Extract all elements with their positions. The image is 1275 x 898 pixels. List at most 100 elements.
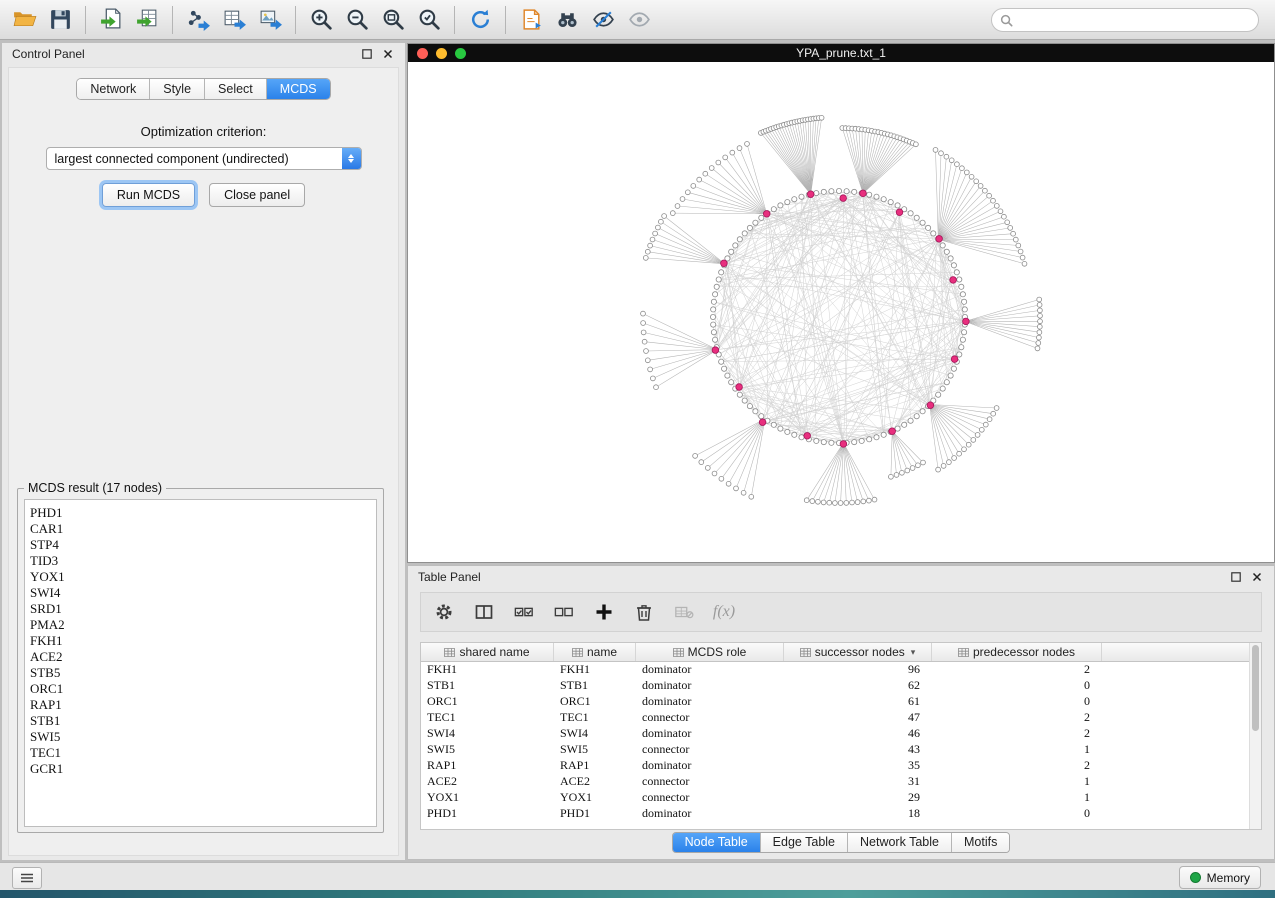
cell-predecessor[interactable]: 2 — [932, 726, 1102, 742]
deselect-all-rows-button[interactable] — [549, 597, 579, 627]
cell-predecessor[interactable]: 0 — [932, 694, 1102, 710]
hide-selected-button[interactable] — [585, 4, 621, 36]
export-table-button[interactable] — [216, 4, 252, 36]
tab-node-table[interactable]: Node Table — [673, 833, 761, 852]
close-table-panel-button[interactable] — [1250, 570, 1264, 584]
mcds-list-item[interactable]: STB1 — [25, 713, 376, 729]
table-row[interactable]: SWI5SWI5connector431 — [421, 742, 1250, 758]
cell-name[interactable]: TEC1 — [554, 710, 636, 726]
status-menu-button[interactable] — [12, 867, 42, 889]
search-input[interactable] — [1018, 12, 1250, 28]
mcds-list-item[interactable]: RAP1 — [25, 697, 376, 713]
cell-name[interactable]: SWI5 — [554, 742, 636, 758]
search-network-button[interactable] — [549, 4, 585, 36]
import-table-button[interactable] — [129, 4, 165, 36]
mcds-list-item[interactable]: GCR1 — [25, 761, 376, 777]
memory-button[interactable]: Memory — [1179, 866, 1261, 889]
table-row[interactable]: RAP1RAP1dominator352 — [421, 758, 1250, 774]
open-file-button[interactable] — [6, 4, 42, 36]
tab-network-table[interactable]: Network Table — [848, 833, 952, 852]
show-all-button[interactable] — [621, 4, 657, 36]
cell-predecessor[interactable]: 0 — [932, 806, 1102, 822]
mcds-list-item[interactable]: PHD1 — [25, 505, 376, 521]
cell-mcds_role[interactable]: dominator — [636, 726, 784, 742]
cell-name[interactable]: ORC1 — [554, 694, 636, 710]
column-header-MCDS-role[interactable]: MCDS role — [636, 643, 784, 661]
run-mcds-button[interactable]: Run MCDS — [102, 183, 195, 207]
export-network-button[interactable] — [180, 4, 216, 36]
cell-mcds_role[interactable]: connector — [636, 710, 784, 726]
close-panel-button[interactable] — [381, 47, 395, 61]
network-search-field[interactable] — [991, 8, 1259, 32]
table-row[interactable]: ORC1ORC1dominator610 — [421, 694, 1250, 710]
close-window-icon[interactable] — [417, 48, 428, 59]
cell-name[interactable]: PHD1 — [554, 806, 636, 822]
cell-mcds_role[interactable]: dominator — [636, 662, 784, 678]
delete-column-button[interactable] — [629, 597, 659, 627]
cell-mcds_role[interactable]: dominator — [636, 758, 784, 774]
column-header-successor-nodes[interactable]: successor nodes▾ — [784, 643, 932, 661]
mcds-list-item[interactable]: ACE2 — [25, 649, 376, 665]
mcds-list-item[interactable]: TEC1 — [25, 745, 376, 761]
zoom-in-button[interactable] — [303, 4, 339, 36]
show-columns-button[interactable] — [469, 597, 499, 627]
export-image-button[interactable] — [252, 4, 288, 36]
save-session-button[interactable] — [42, 4, 78, 36]
import-network-button[interactable] — [93, 4, 129, 36]
cell-predecessor[interactable]: 2 — [932, 662, 1102, 678]
cell-name[interactable]: SWI4 — [554, 726, 636, 742]
mcds-list-item[interactable]: SWI5 — [25, 729, 376, 745]
cell-shared_name[interactable]: YOX1 — [421, 790, 554, 806]
cell-successor[interactable]: 43 — [784, 742, 932, 758]
zoom-selected-button[interactable] — [411, 4, 447, 36]
optimization-criterion-dropdown[interactable]: largest connected component (undirected) — [46, 147, 362, 170]
cell-shared_name[interactable]: RAP1 — [421, 758, 554, 774]
column-header-shared-name[interactable]: shared name — [421, 643, 554, 661]
cell-predecessor[interactable]: 2 — [932, 758, 1102, 774]
cell-successor[interactable]: 29 — [784, 790, 932, 806]
zoom-fit-button[interactable] — [375, 4, 411, 36]
sort-indicator-icon[interactable]: ▾ — [911, 647, 916, 658]
mcds-result-list[interactable]: PHD1CAR1STP4TID3YOX1SWI4SRD1PMA2FKH1ACE2… — [24, 499, 377, 827]
tab-edge-table[interactable]: Edge Table — [761, 833, 848, 852]
cell-mcds_role[interactable]: dominator — [636, 678, 784, 694]
cell-predecessor[interactable]: 0 — [932, 678, 1102, 694]
column-header-predecessor-nodes[interactable]: predecessor nodes — [932, 643, 1102, 661]
mcds-list-item[interactable]: SRD1 — [25, 601, 376, 617]
cell-predecessor[interactable]: 2 — [932, 710, 1102, 726]
cell-mcds_role[interactable]: connector — [636, 774, 784, 790]
network-window-titlebar[interactable]: YPA_prune.txt_1 — [408, 44, 1274, 62]
mcds-list-item[interactable]: ORC1 — [25, 681, 376, 697]
close-panel-action-button[interactable]: Close panel — [209, 183, 305, 207]
mcds-list-item[interactable]: STB5 — [25, 665, 376, 681]
cell-shared_name[interactable]: FKH1 — [421, 662, 554, 678]
cell-successor[interactable]: 96 — [784, 662, 932, 678]
cell-successor[interactable]: 62 — [784, 678, 932, 694]
network-canvas[interactable] — [408, 62, 1274, 562]
copy-style-button[interactable] — [513, 4, 549, 36]
cell-shared_name[interactable]: ACE2 — [421, 774, 554, 790]
table-row[interactable]: SWI4SWI4dominator462 — [421, 726, 1250, 742]
cell-successor[interactable]: 31 — [784, 774, 932, 790]
mcds-list-item[interactable]: CAR1 — [25, 521, 376, 537]
table-vertical-scrollbar[interactable] — [1249, 643, 1261, 829]
cell-name[interactable]: RAP1 — [554, 758, 636, 774]
cell-shared_name[interactable]: TEC1 — [421, 710, 554, 726]
mcds-list-item[interactable]: YOX1 — [25, 569, 376, 585]
float-panel-button[interactable] — [360, 47, 374, 61]
tab-style[interactable]: Style — [150, 79, 205, 99]
mcds-list-item[interactable]: FKH1 — [25, 633, 376, 649]
cell-shared_name[interactable]: SWI4 — [421, 726, 554, 742]
cell-successor[interactable]: 61 — [784, 694, 932, 710]
cell-mcds_role[interactable]: connector — [636, 742, 784, 758]
table-row[interactable]: YOX1YOX1connector291 — [421, 790, 1250, 806]
column-header-name[interactable]: name — [554, 643, 636, 661]
table-row[interactable]: STB1STB1dominator620 — [421, 678, 1250, 694]
cell-mcds_role[interactable]: dominator — [636, 806, 784, 822]
zoom-out-button[interactable] — [339, 4, 375, 36]
table-settings-button[interactable] — [429, 597, 459, 627]
cell-predecessor[interactable]: 1 — [932, 774, 1102, 790]
cell-mcds_role[interactable]: connector — [636, 790, 784, 806]
table-row[interactable]: ACE2ACE2connector311 — [421, 774, 1250, 790]
cell-mcds_role[interactable]: dominator — [636, 694, 784, 710]
